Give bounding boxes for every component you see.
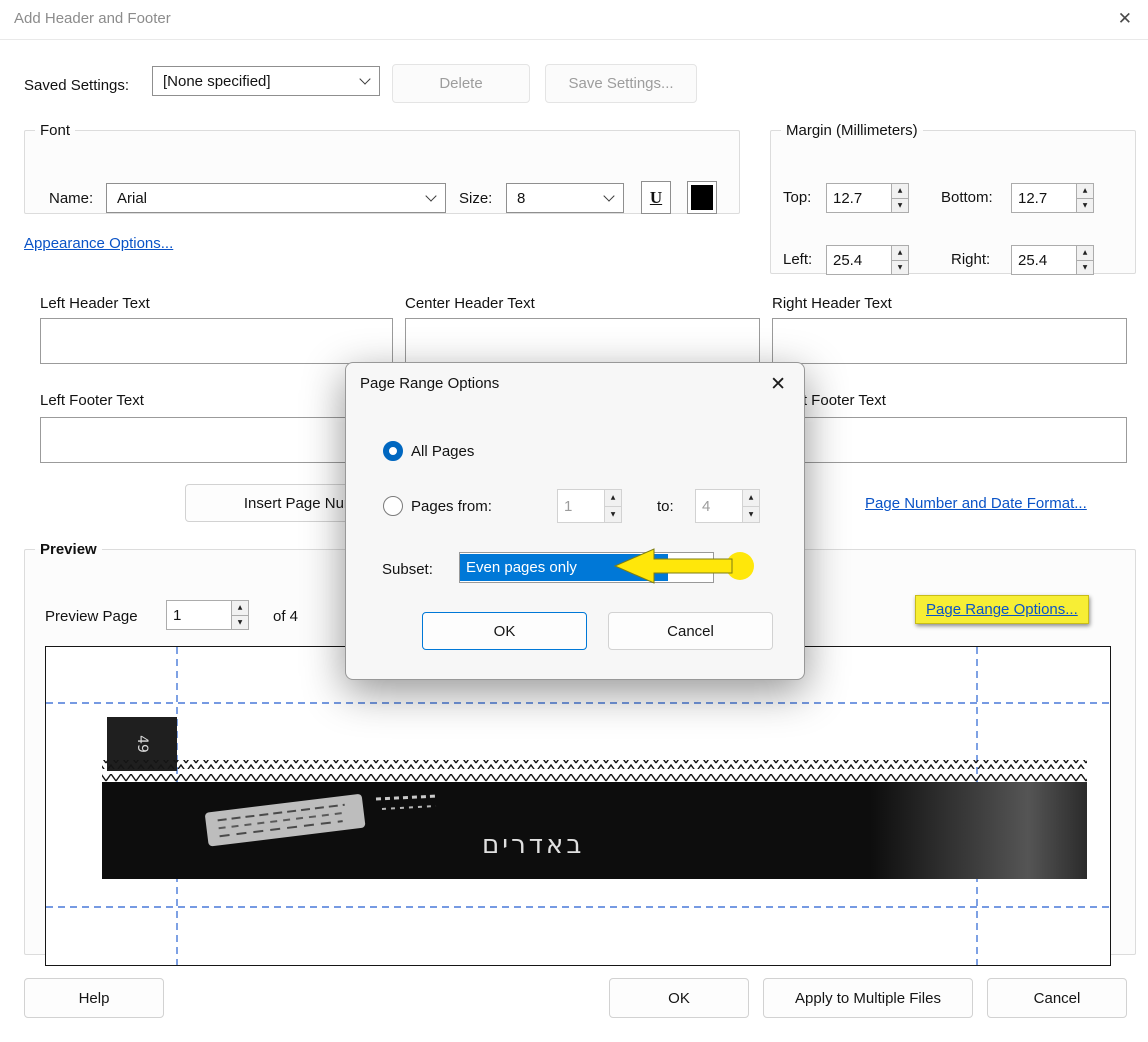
spinner-down-icon[interactable]: ▼ — [892, 198, 909, 213]
modal-cancel-button[interactable]: Cancel — [608, 612, 773, 650]
ok-button[interactable]: OK — [609, 978, 749, 1018]
margin-right-input[interactable] — [1011, 245, 1077, 275]
spinner-down-icon[interactable]: ▼ — [605, 506, 622, 523]
font-name-value: Arial — [117, 189, 148, 207]
left-footer-label: Left Footer Text — [40, 392, 144, 409]
margin-bottom-input[interactable] — [1011, 183, 1077, 213]
spinner-up-icon[interactable]: ▲ — [1077, 183, 1094, 199]
modal-ok-button[interactable]: OK — [422, 612, 587, 650]
spinner-up-icon[interactable]: ▲ — [892, 245, 909, 261]
margin-top-input[interactable] — [826, 183, 892, 213]
preview-page-input[interactable] — [166, 600, 232, 630]
font-legend: Font — [40, 122, 71, 139]
modal-close-icon[interactable]: ✕ — [770, 373, 786, 395]
dialog-title: Add Header and Footer — [14, 10, 171, 27]
right-header-textarea[interactable] — [772, 318, 1127, 364]
font-name-select[interactable]: Arial — [106, 183, 446, 213]
close-icon[interactable]: ✕ — [1118, 9, 1132, 29]
center-header-textarea[interactable] — [405, 318, 760, 364]
spinner-up-icon[interactable]: ▲ — [743, 489, 760, 507]
chevron-down-icon — [359, 73, 371, 85]
left-footer-textarea[interactable] — [40, 417, 393, 463]
pages-to-input[interactable] — [695, 489, 743, 523]
left-header-textarea[interactable] — [40, 318, 393, 364]
margin-left-spinner[interactable]: ▲ ▼ — [826, 245, 909, 275]
delete-button[interactable]: Delete — [392, 64, 530, 103]
right-header-label: Right Header Text — [772, 295, 892, 312]
preview-legend: Preview — [40, 541, 97, 558]
page-range-options-highlight: Page Range Options... — [915, 595, 1089, 624]
spinner-up-icon[interactable]: ▲ — [605, 489, 622, 507]
all-pages-label: All Pages — [411, 443, 475, 460]
margin-left-label: Left: — [783, 251, 813, 268]
help-button[interactable]: Help — [24, 978, 164, 1018]
margin-left-input[interactable] — [826, 245, 892, 275]
font-name-label: Name: — [49, 190, 94, 207]
spinner-up-icon[interactable]: ▲ — [232, 600, 249, 616]
cancel-button[interactable]: Cancel — [987, 978, 1127, 1018]
spinner-down-icon[interactable]: ▼ — [743, 506, 760, 523]
left-header-label: Left Header Text — [40, 295, 150, 312]
apply-to-multiple-files-button[interactable]: Apply to Multiple Files — [763, 978, 973, 1018]
appearance-options-link[interactable]: Appearance Options... — [24, 235, 173, 252]
modal-title: Page Range Options — [360, 375, 500, 392]
color-sample — [691, 185, 713, 210]
right-footer-textarea[interactable] — [772, 417, 1127, 463]
film-number-text: 49 — [134, 735, 150, 753]
subset-label: Subset: — [382, 561, 433, 578]
chevron-down-icon — [425, 190, 437, 202]
margin-group: Margin (Millimeters) Top: ▲ ▼ Bottom: ▲ … — [770, 122, 1136, 275]
preview-page-label: Preview Page — [45, 608, 138, 625]
film-edge-zigzag-top — [102, 760, 1087, 769]
spinner-down-icon[interactable]: ▼ — [1077, 198, 1094, 213]
dialog-titlebar: Add Header and Footer ✕ — [0, 0, 1148, 40]
font-group: Font Name: Arial Size: 8 U — [24, 122, 740, 214]
spinner-down-icon[interactable]: ▼ — [892, 260, 909, 275]
pages-to-spinner[interactable]: ▲ ▼ — [695, 489, 760, 523]
margin-top-label: Top: — [783, 189, 812, 206]
spinner-up-icon[interactable]: ▲ — [1077, 245, 1094, 261]
saved-settings-label: Saved Settings: — [24, 77, 130, 94]
pages-from-radio[interactable] — [383, 496, 403, 516]
page-range-options-dialog: Page Range Options ✕ All Pages Pages fro… — [345, 362, 805, 680]
font-size-select[interactable]: 8 — [506, 183, 624, 213]
margin-legend: Margin (Millimeters) — [786, 122, 918, 139]
spinner-down-icon[interactable]: ▼ — [232, 615, 249, 630]
page-range-options-link[interactable]: Page Range Options... — [926, 601, 1078, 618]
saved-settings-value: [None specified] — [163, 72, 271, 90]
annotation-arrow — [613, 548, 754, 584]
margin-bottom-spinner[interactable]: ▲ ▼ — [1011, 183, 1094, 213]
center-header-label: Center Header Text — [405, 295, 535, 312]
pages-from-label: Pages from: — [411, 498, 492, 515]
page-number-date-format-link[interactable]: Page Number and Date Format... — [865, 495, 1087, 512]
pages-from-spinner[interactable]: ▲ ▼ — [557, 489, 622, 523]
film-hebrew-text: באדרים — [482, 830, 584, 860]
font-size-label: Size: — [459, 190, 493, 207]
spinner-down-icon[interactable]: ▼ — [1077, 260, 1094, 275]
saved-settings-select[interactable]: [None specified] — [152, 66, 380, 96]
film-edge-zigzag-bottom — [102, 774, 1087, 783]
pages-to-label: to: — [657, 498, 674, 515]
preview-image: 49 באדרים — [46, 647, 1110, 965]
margin-right-spinner[interactable]: ▲ ▼ — [1011, 245, 1094, 275]
font-color-swatch[interactable] — [687, 181, 717, 214]
pages-from-input[interactable] — [557, 489, 605, 523]
all-pages-radio[interactable] — [383, 441, 403, 461]
preview-canvas: 49 באדרים — [45, 646, 1111, 966]
font-size-value: 8 — [517, 189, 526, 207]
save-settings-button[interactable]: Save Settings... — [545, 64, 697, 103]
preview-of-label: of 4 — [273, 608, 299, 625]
chevron-down-icon — [603, 190, 615, 202]
preview-page-spinner[interactable]: ▲ ▼ — [166, 600, 249, 630]
margin-bottom-label: Bottom: — [941, 189, 993, 206]
underline-button[interactable]: U — [641, 181, 671, 214]
margin-top-spinner[interactable]: ▲ ▼ — [826, 183, 909, 213]
margin-right-label: Right: — [951, 251, 991, 268]
spinner-up-icon[interactable]: ▲ — [892, 183, 909, 199]
